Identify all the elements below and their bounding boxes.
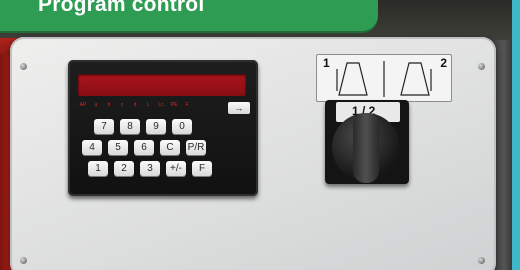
key-8[interactable]: 8 [120, 119, 140, 134]
key-3[interactable]: 3 [140, 161, 160, 176]
taper-diagram-icon [336, 61, 432, 97]
indicator-label: PE [170, 102, 178, 108]
key-pr[interactable]: P/R [186, 140, 206, 155]
indicator-label: AP [79, 102, 87, 108]
led-display [78, 74, 246, 96]
key-row: 1 2 3 +/- F [88, 161, 252, 176]
indicator-label: b [107, 102, 111, 108]
indicator-label: c [120, 102, 124, 108]
accent-strip [512, 0, 520, 270]
key-4[interactable]: 4 [82, 140, 102, 155]
panel-bolt [478, 63, 485, 70]
key-5[interactable]: 5 [108, 140, 128, 155]
key-9[interactable]: 9 [146, 119, 166, 134]
key-row: 7 8 9 0 [94, 119, 252, 134]
knob-grip[interactable] [353, 113, 379, 183]
machine-photo: AP a b c d L Lc PE F → 7 8 9 0 4 5 6 C P… [0, 0, 520, 270]
key-c[interactable]: C [160, 140, 180, 155]
key-plus-minus[interactable]: +/- [166, 161, 186, 176]
plate-number-right: 2 [440, 56, 447, 70]
direction-sign-plate: 1 2 [316, 54, 452, 102]
key-7[interactable]: 7 [94, 119, 114, 134]
key-2[interactable]: 2 [114, 161, 134, 176]
indicator-label: L [146, 102, 150, 108]
indicator-row: AP a b c d L Lc PE F [78, 102, 228, 111]
panel-bolt [20, 63, 27, 70]
keypad-device: AP a b c d L Lc PE F → 7 8 9 0 4 5 6 C P… [68, 60, 258, 196]
indicator-label: Lc [158, 102, 164, 108]
panel-bolt [478, 257, 485, 264]
indicator-label: F [185, 102, 189, 108]
key-1[interactable]: 1 [88, 161, 108, 176]
panel-bolt [20, 257, 27, 264]
arrow-key[interactable]: → [228, 102, 250, 114]
key-grid: 7 8 9 0 4 5 6 C P/R 1 2 3 +/- F [82, 119, 252, 182]
key-6[interactable]: 6 [134, 140, 154, 155]
banner-title: Program control [38, 0, 205, 16]
key-f[interactable]: F [192, 161, 212, 176]
key-0[interactable]: 0 [172, 119, 192, 134]
key-row: 4 5 6 C P/R [82, 140, 252, 155]
header-banner: Program control [0, 0, 378, 31]
indicator-label: d [133, 102, 137, 108]
indicator-label: a [94, 102, 98, 108]
